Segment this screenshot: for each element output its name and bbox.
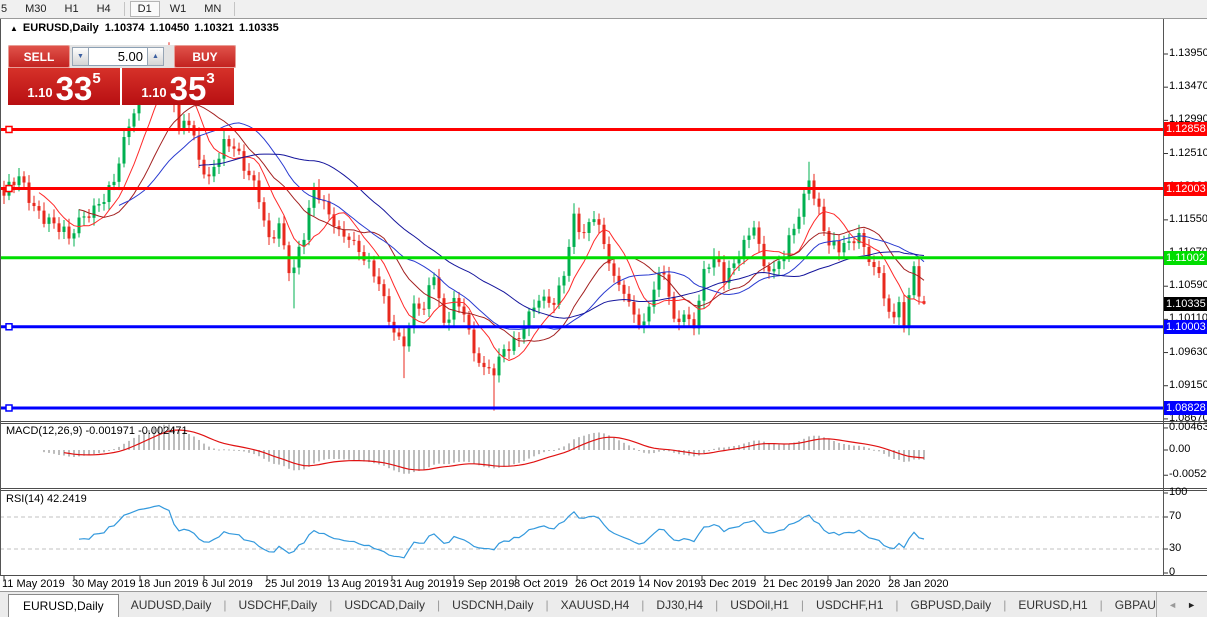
macd-scale-label: 0.00 xyxy=(1169,443,1207,455)
ohlc-high: 1.10450 xyxy=(149,22,189,34)
chart-workspace: ▲EURUSD,Daily1.103741.104501.103211.1033… xyxy=(0,19,1207,592)
chart-tab-eurusd-daily[interactable]: EURUSD,Daily xyxy=(8,594,119,617)
timeframe-button-h4[interactable]: H4 xyxy=(89,1,119,17)
current-price-badge: 1.10335 xyxy=(1164,297,1207,311)
chart-tab-usdcad-daily[interactable]: USDCAD,Daily xyxy=(332,594,437,617)
chart-tab-eurusd-h1[interactable]: EURUSD,H1 xyxy=(1006,594,1099,617)
chart-tab-usdchf-h1[interactable]: USDCHF,H1 xyxy=(804,594,895,617)
volume-increase-button[interactable]: ▲ xyxy=(147,47,164,66)
sell-price-big: 33 xyxy=(56,75,93,102)
timeframe-button-h1[interactable]: H1 xyxy=(57,1,87,17)
macd-scale-label: 0.00463 xyxy=(1169,421,1207,433)
buy-price-big: 35 xyxy=(170,75,207,102)
chart-tab-dj30-h4[interactable]: DJ30,H4 xyxy=(644,594,715,617)
one-click-trading-panel: SELL ▼ ▲ BUY 1.10 335 1.10 353 xyxy=(8,45,236,105)
price-scale-label: 1.12510 xyxy=(1169,147,1207,159)
rsi-scale-label: 100 xyxy=(1169,486,1187,498)
time-axis-label: 3 Dec 2019 xyxy=(700,578,756,590)
price-level-badge: 1.10003 xyxy=(1164,320,1207,334)
rsi-scale-label: 0 xyxy=(1169,566,1175,578)
volume-decrease-button[interactable]: ▼ xyxy=(72,47,89,66)
price-scale-label: 1.13470 xyxy=(1169,80,1207,92)
chart-tab-bar: EURUSD,DailyAUDUSD,Daily|USDCHF,Daily|US… xyxy=(0,591,1207,617)
tab-scroll-right-icon[interactable]: ► xyxy=(1182,600,1201,610)
rsi-scale-label: 70 xyxy=(1169,510,1181,522)
timeframe-toolbar: 5M30H1H4 D1W1MN xyxy=(0,0,1207,19)
time-axis-label: 21 Dec 2019 xyxy=(763,578,825,590)
terminal-window: 5M30H1H4D1W1MN ▲EURUSD,Daily1.103741.104… xyxy=(0,0,1207,617)
price-scale-label: 1.13950 xyxy=(1169,47,1207,59)
rsi-indicator-label: RSI(14) 42.2419 xyxy=(6,493,87,505)
timeframe-button-d1[interactable]: D1 xyxy=(130,1,160,17)
buy-price-pip: 3 xyxy=(206,70,214,87)
timeframe-button-w1[interactable]: W1 xyxy=(162,1,195,17)
price-level-badge: 1.08828 xyxy=(1164,401,1207,415)
time-axis-label: 30 May 2019 xyxy=(72,578,136,590)
chart-tab-xauusd-h4[interactable]: XAUUSD,H4 xyxy=(549,594,642,617)
time-axis-label: 19 Sep 2019 xyxy=(452,578,514,590)
tab-scroll-left-icon[interactable]: ◄ xyxy=(1163,600,1182,610)
toolbar-separator xyxy=(234,2,235,16)
chart-header: ▲ EURUSD,Daily 1.10374 1.10450 1.10321 1.1033… xyxy=(10,22,284,34)
price-level-badge: 1.12858 xyxy=(1164,122,1207,136)
price-level-badge: 1.12003 xyxy=(1164,182,1207,196)
time-axis-label: 31 Aug 2019 xyxy=(390,578,452,590)
time-axis-label: 14 Nov 2019 xyxy=(638,578,700,590)
chart-tab-usdoil-h1[interactable]: USDOil,H1 xyxy=(718,594,801,617)
buy-price-display[interactable]: 1.10 353 xyxy=(122,68,234,105)
price-scale-label: 1.11550 xyxy=(1169,213,1207,225)
time-axis-label: 18 Jun 2019 xyxy=(138,578,199,590)
rsi-scale-label: 30 xyxy=(1169,542,1181,554)
time-axis-label: 25 Jul 2019 xyxy=(265,578,322,590)
sell-button[interactable]: SELL xyxy=(8,45,70,68)
timeframe-button-m30[interactable]: M30 xyxy=(17,1,54,17)
time-axis-label: 28 Jan 2020 xyxy=(888,578,949,590)
chart-tab-gbpusd-daily[interactable]: GBPUSD,Daily xyxy=(899,594,1004,617)
chart-tab-usdchf-daily[interactable]: USDCHF,Daily xyxy=(227,594,330,617)
chart-tab-usdcnh-daily[interactable]: USDCNH,Daily xyxy=(440,594,545,617)
chart-tab-gbpaud-h1[interactable]: GBPAUD,H1 xyxy=(1103,594,1156,617)
chart-tab-audusd-daily[interactable]: AUDUSD,Daily xyxy=(119,594,224,617)
collapse-chart-icon[interactable]: ▲ xyxy=(10,24,18,33)
sell-price-display[interactable]: 1.10 335 xyxy=(8,68,120,105)
time-axis-label: 26 Oct 2019 xyxy=(575,578,635,590)
macd-indicator-label: MACD(12,26,9) -0.001971 -0.002471 xyxy=(6,425,188,437)
price-scale-label: 1.09630 xyxy=(1169,346,1207,358)
sell-price-prefix: 1.10 xyxy=(27,85,52,100)
price-level-badge: 1.11002 xyxy=(1164,251,1207,265)
buy-price-prefix: 1.10 xyxy=(141,85,166,100)
price-scale-label: 1.10590 xyxy=(1169,279,1207,291)
ohlc-close: 1.10335 xyxy=(239,22,279,34)
time-axis-label: 9 Jan 2020 xyxy=(826,578,880,590)
sell-price-pip: 5 xyxy=(92,70,100,87)
price-scale-label: 1.09150 xyxy=(1169,379,1207,391)
timeframe-button-5[interactable]: 5 xyxy=(0,1,15,17)
buy-button[interactable]: BUY xyxy=(174,45,236,68)
timeframe-button-mn[interactable]: MN xyxy=(196,1,229,17)
time-axis-label: 11 May 2019 xyxy=(2,578,65,590)
macd-scale-label: -0.005299 xyxy=(1169,468,1207,480)
volume-input[interactable] xyxy=(89,47,147,66)
time-axis-label: 6 Jul 2019 xyxy=(202,578,253,590)
chart-symbol-label: EURUSD,Daily xyxy=(23,22,99,34)
time-axis-label: 8 Oct 2019 xyxy=(514,578,568,590)
time-axis-label: 13 Aug 2019 xyxy=(327,578,389,590)
tab-scroll-arrows: ◄ ► xyxy=(1156,592,1207,617)
toolbar-separator xyxy=(124,2,125,16)
ohlc-open: 1.10374 xyxy=(105,22,145,34)
ohlc-low: 1.10321 xyxy=(194,22,234,34)
